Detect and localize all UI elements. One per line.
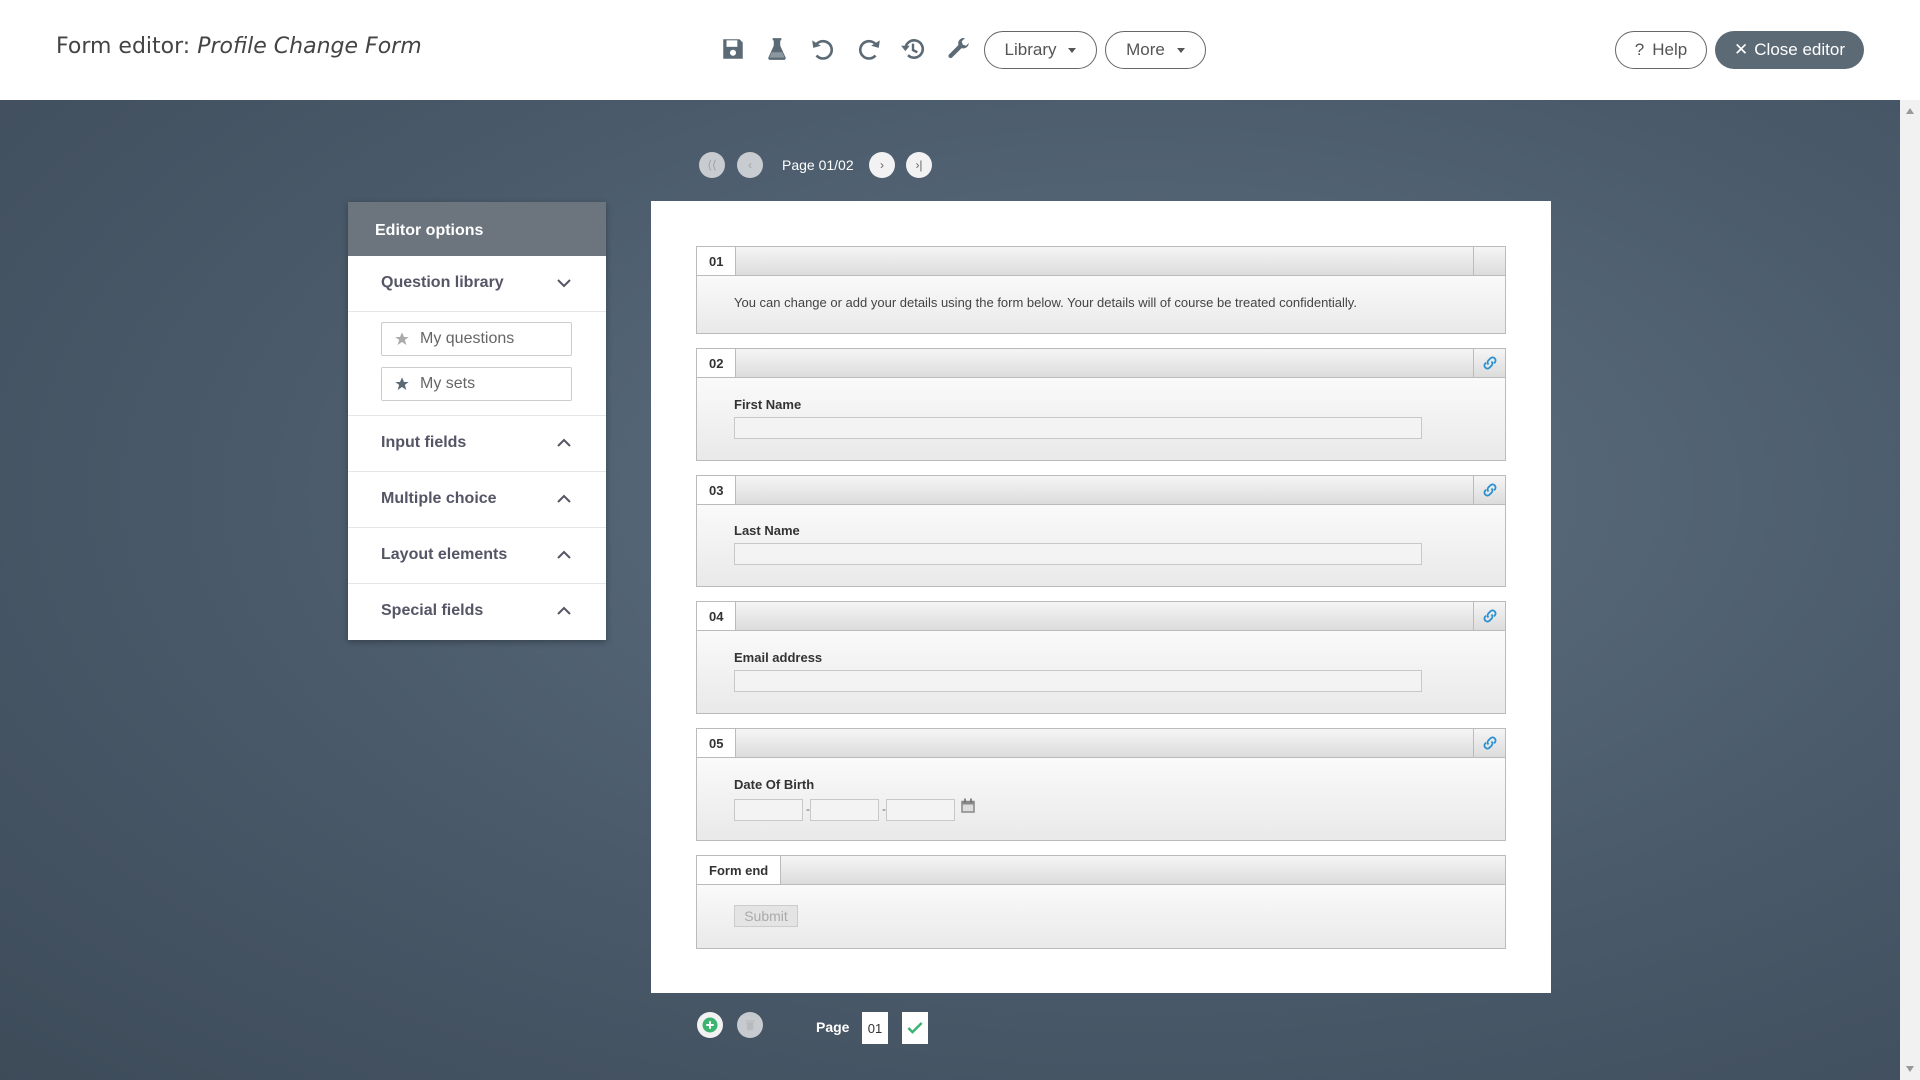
my-questions-button[interactable]: My questions: [381, 322, 572, 356]
intro-text: You can change or add your details using…: [734, 295, 1357, 310]
dob-year-input[interactable]: [886, 799, 955, 821]
my-questions-label: My questions: [420, 330, 515, 347]
question-body-05[interactable]: Date Of Birth - -: [696, 758, 1506, 841]
question-mark-icon: ?: [1634, 40, 1645, 59]
accordion-label: Question library: [381, 274, 504, 291]
field-label-last-name: Last Name: [734, 523, 800, 538]
dob-day-input[interactable]: [734, 799, 803, 821]
form-end-body[interactable]: Submit: [696, 885, 1506, 949]
form-name: Profile Change Form: [197, 34, 422, 59]
question-body-01[interactable]: You can change or add your details using…: [696, 276, 1506, 334]
last-page-icon[interactable]: ›|: [906, 152, 932, 178]
more-label: More: [1126, 40, 1165, 59]
first-name-input[interactable]: [734, 417, 1422, 439]
star-icon: [395, 332, 409, 345]
question-number: 01: [697, 247, 737, 275]
my-sets-button[interactable]: My sets: [381, 367, 572, 401]
chevron-up-icon: [557, 606, 571, 615]
accordion-label: Multiple choice: [381, 490, 497, 507]
flask-icon[interactable]: [762, 34, 792, 64]
accordion-label: Special fields: [381, 602, 484, 619]
link-icon[interactable]: [1473, 729, 1505, 757]
add-page-icon[interactable]: [697, 1012, 723, 1038]
redo-icon[interactable]: [854, 34, 884, 64]
last-name-input[interactable]: [734, 543, 1422, 565]
help-button[interactable]: ? Help: [1615, 31, 1707, 69]
editor-header: Form editor: Profile Change Form Library…: [0, 0, 1920, 100]
editor-options-title: Editor options: [348, 202, 606, 256]
caret-down-icon: [1068, 47, 1077, 53]
undo-icon[interactable]: [808, 34, 838, 64]
accordion-multiple-choice[interactable]: Multiple choice: [348, 472, 606, 528]
prev-page-icon[interactable]: ‹: [737, 152, 763, 178]
page-indicator: Page 01/02: [782, 157, 854, 173]
vertical-scrollbar[interactable]: [1900, 100, 1920, 1080]
page-check-icon[interactable]: [902, 1012, 928, 1044]
question-header-05[interactable]: 05: [696, 728, 1506, 758]
editor-options-panel: Editor options Question library My quest…: [348, 202, 606, 640]
first-page-icon[interactable]: ⟨⟨: [699, 152, 725, 178]
wrench-icon[interactable]: [944, 34, 974, 64]
close-editor-button[interactable]: ✕ Close editor: [1715, 31, 1864, 69]
history-icon[interactable]: [898, 34, 928, 64]
accordion-input-fields[interactable]: Input fields: [348, 416, 606, 472]
page-selector-label: Page: [816, 1019, 850, 1035]
delete-page-icon[interactable]: [737, 1012, 763, 1038]
field-label-date-of-birth: Date Of Birth: [734, 777, 815, 792]
question-body-02[interactable]: First Name: [696, 378, 1506, 461]
question-number: 05: [697, 729, 737, 757]
page-number-tab[interactable]: 01: [862, 1012, 888, 1044]
link-icon[interactable]: [1473, 349, 1505, 377]
scroll-down-arrow-icon[interactable]: [1906, 1066, 1914, 1072]
link-icon[interactable]: [1473, 476, 1505, 504]
accordion-label: Layout elements: [381, 546, 508, 563]
scroll-up-arrow-icon[interactable]: [1906, 108, 1914, 114]
submit-button[interactable]: Submit: [734, 905, 798, 927]
question-body-03[interactable]: Last Name: [696, 505, 1506, 587]
email-input[interactable]: [734, 670, 1422, 692]
question-library-content: My questions My sets: [348, 312, 606, 416]
library-label: Library: [1004, 40, 1057, 59]
chevron-up-icon: [557, 550, 571, 559]
chevron-down-icon: [557, 279, 571, 288]
close-icon: ✕: [1734, 40, 1749, 59]
question-header-04[interactable]: 04: [696, 601, 1506, 631]
question-header-03[interactable]: 03: [696, 475, 1506, 505]
accordion-label: Input fields: [381, 434, 467, 451]
question-number: 04: [697, 602, 737, 630]
field-label-email: Email address: [734, 650, 823, 665]
help-label: Help: [1652, 40, 1688, 59]
question-number: 03: [697, 476, 737, 504]
dob-month-input[interactable]: [810, 799, 879, 821]
accordion-question-library[interactable]: Question library: [348, 256, 606, 312]
question-header-01[interactable]: 01: [696, 246, 1506, 276]
my-sets-label: My sets: [420, 375, 476, 392]
chevron-up-icon: [557, 438, 571, 447]
question-body-04[interactable]: Email address: [696, 631, 1506, 714]
field-label-first-name: First Name: [734, 397, 802, 412]
link-icon[interactable]: [1473, 602, 1505, 630]
accordion-layout-elements[interactable]: Layout elements: [348, 528, 606, 584]
close-editor-label: Close editor: [1754, 40, 1845, 59]
save-icon[interactable]: [718, 34, 748, 64]
form-canvas: 01 You can change or add your details us…: [651, 201, 1551, 993]
title-prefix: Form editor:: [56, 34, 198, 59]
form-end-header[interactable]: Form end: [696, 855, 1506, 885]
question-number: 02: [697, 349, 737, 377]
star-icon: [395, 377, 409, 390]
next-page-icon[interactable]: ›: [869, 152, 895, 178]
calendar-icon[interactable]: [959, 797, 977, 815]
question-options-slot[interactable]: [1473, 247, 1505, 275]
caret-down-icon: [1176, 47, 1185, 53]
accordion-special-fields[interactable]: Special fields: [348, 584, 606, 640]
more-dropdown[interactable]: More: [1105, 31, 1206, 69]
page-title: Form editor: Profile Change Form: [56, 34, 422, 59]
form-end-label: Form end: [697, 856, 782, 884]
chevron-up-icon: [557, 494, 571, 503]
question-header-02[interactable]: 02: [696, 348, 1506, 378]
library-dropdown[interactable]: Library: [984, 31, 1097, 69]
